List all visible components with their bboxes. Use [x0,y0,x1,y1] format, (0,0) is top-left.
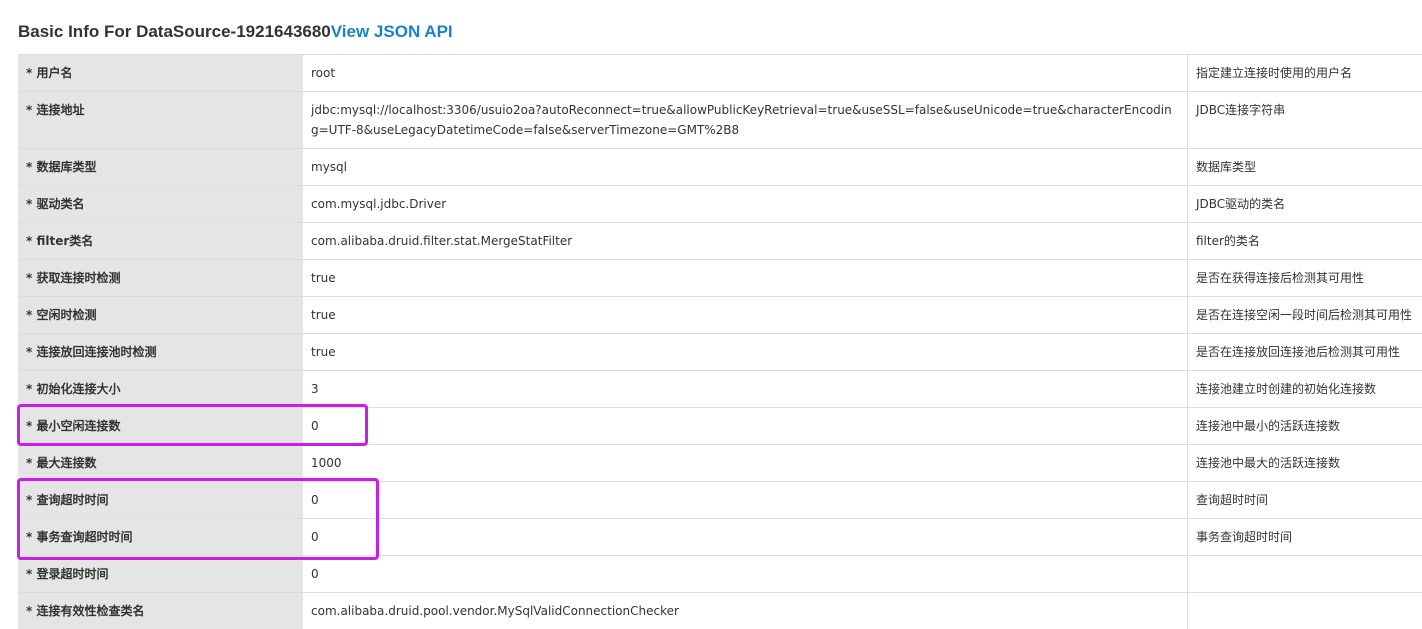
row-label: * 连接有效性检查类名 [18,592,303,629]
table-row: * filter类名 com.alibaba.druid.filter.stat… [18,222,1422,260]
row-label: * filter类名 [18,222,303,260]
row-value: 3 [303,370,1188,408]
row-value: true [303,296,1188,334]
table-row: * 驱动类名 com.mysql.jdbc.Driver JDBC驱动的类名 [18,185,1422,223]
row-description: 数据库类型 [1187,148,1422,186]
row-label: * 事务查询超时时间 [18,518,303,556]
table-row: * 最小空闲连接数 0 连接池中最小的活跃连接数 [18,407,1422,445]
row-value: com.mysql.jdbc.Driver [303,185,1188,223]
row-value: 0 [303,518,1188,556]
page-title: Basic Info For DataSource-1921643680View… [18,22,453,42]
table-row: * 连接地址 jdbc:mysql://localhost:3306/usuio… [18,91,1422,149]
row-label: * 查询超时时间 [18,481,303,519]
row-label: * 空闲时检测 [18,296,303,334]
table-row: * 初始化连接大小 3 连接池建立时创建的初始化连接数 [18,370,1422,408]
row-description: 事务查询超时时间 [1187,518,1422,556]
row-label: * 用户名 [18,54,303,92]
row-description: 是否在连接放回连接池后检测其可用性 [1187,333,1422,371]
row-label: * 连接地址 [18,91,303,149]
page-title-text: Basic Info For DataSource-1921643680 [18,22,331,41]
row-value: mysql [303,148,1188,186]
row-label: * 连接放回连接池时检测 [18,333,303,371]
row-description: 连接池建立时创建的初始化连接数 [1187,370,1422,408]
table-row: * 事务查询超时时间 0 事务查询超时时间 [18,518,1422,556]
row-value: com.alibaba.druid.filter.stat.MergeStatF… [303,222,1188,260]
row-label: * 驱动类名 [18,185,303,223]
row-label: * 最小空闲连接数 [18,407,303,445]
row-description [1187,555,1422,593]
row-description: 指定建立连接时使用的用户名 [1187,54,1422,92]
table-row: * 用户名 root 指定建立连接时使用的用户名 [18,54,1422,92]
row-description: 是否在获得连接后检测其可用性 [1187,259,1422,297]
table-row: * 连接有效性检查类名 com.alibaba.druid.pool.vendo… [18,592,1422,629]
row-description: filter的类名 [1187,222,1422,260]
row-description: 连接池中最小的活跃连接数 [1187,407,1422,445]
table-row: * 连接放回连接池时检测 true 是否在连接放回连接池后检测其可用性 [18,333,1422,371]
row-label: * 获取连接时检测 [18,259,303,297]
row-value: 0 [303,481,1188,519]
table-row: * 查询超时时间 0 查询超时时间 [18,481,1422,519]
row-value: 1000 [303,444,1188,482]
row-value: 0 [303,555,1188,593]
basic-info-table: * 用户名 root 指定建立连接时使用的用户名 * 连接地址 jdbc:mys… [18,54,1422,629]
row-label: * 初始化连接大小 [18,370,303,408]
row-value: true [303,333,1188,371]
row-description: JDBC连接字符串 [1187,91,1422,149]
row-value: com.alibaba.druid.pool.vendor.MySqlValid… [303,592,1188,629]
row-value: jdbc:mysql://localhost:3306/usuio2oa?aut… [303,91,1188,149]
row-description: JDBC驱动的类名 [1187,185,1422,223]
row-description: 是否在连接空闲一段时间后检测其可用性 [1187,296,1422,334]
view-json-api-link[interactable]: View JSON API [331,22,453,41]
row-description [1187,592,1422,629]
row-value: 0 [303,407,1188,445]
table-row: * 登录超时时间 0 [18,555,1422,593]
row-label: * 登录超时时间 [18,555,303,593]
table-row: * 数据库类型 mysql 数据库类型 [18,148,1422,186]
row-description: 查询超时时间 [1187,481,1422,519]
table-row: * 获取连接时检测 true 是否在获得连接后检测其可用性 [18,259,1422,297]
datasource-info-page: Basic Info For DataSource-1921643680View… [0,0,1422,629]
row-value: root [303,54,1188,92]
row-label: * 最大连接数 [18,444,303,482]
row-label: * 数据库类型 [18,148,303,186]
row-value: true [303,259,1188,297]
table-row: * 最大连接数 1000 连接池中最大的活跃连接数 [18,444,1422,482]
table-row: * 空闲时检测 true 是否在连接空闲一段时间后检测其可用性 [18,296,1422,334]
row-description: 连接池中最大的活跃连接数 [1187,444,1422,482]
